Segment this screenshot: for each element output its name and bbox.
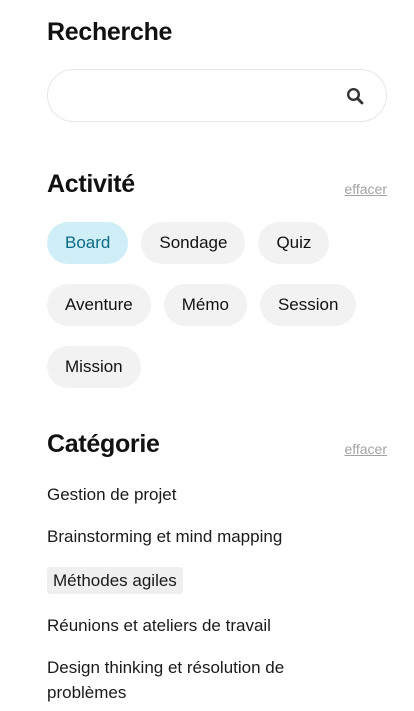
chip-memo[interactable]: Mémo	[163, 284, 247, 326]
list-item: Méthodes agiles	[47, 567, 387, 613]
chip-session[interactable]: Session	[259, 284, 357, 326]
chip-quiz[interactable]: Quiz	[258, 222, 330, 264]
category-item-gestion-de-projet[interactable]: Gestion de projet	[47, 485, 176, 504]
list-item: Brainstorming et mind mapping	[47, 524, 387, 567]
category-clear-link[interactable]: effacer	[344, 441, 387, 457]
chip-mission[interactable]: Mission	[47, 346, 141, 388]
category-header: Catégorie effacer	[47, 430, 387, 459]
activity-clear-link[interactable]: effacer	[344, 181, 387, 197]
category-item-design-thinking[interactable]: Design thinking et résolution de problèm…	[47, 658, 284, 702]
chip-aventure[interactable]: Aventure	[47, 284, 151, 326]
category-item-brainstorming[interactable]: Brainstorming et mind mapping	[47, 527, 282, 546]
chip-row: Aventure Mémo Session	[47, 284, 387, 326]
search-icon[interactable]	[346, 87, 364, 105]
activity-title: Activité	[47, 170, 135, 198]
search-input[interactable]	[66, 70, 340, 123]
activity-header: Activité effacer	[47, 170, 387, 199]
activity-chips: Board Sondage Quiz Aventure Mémo Session…	[47, 222, 387, 408]
list-item: Gestion de projet	[47, 482, 387, 524]
chip-row: Board Sondage Quiz	[47, 222, 387, 264]
category-list: Gestion de projet Brainstorming et mind …	[47, 482, 387, 705]
list-item: Réunions et ateliers de travail	[47, 613, 387, 655]
search-box[interactable]	[47, 69, 387, 123]
chip-row: Mission	[47, 346, 387, 388]
category-item-methodes-agiles[interactable]: Méthodes agiles	[47, 567, 183, 594]
category-item-reunions[interactable]: Réunions et ateliers de travail	[47, 616, 271, 635]
chip-sondage[interactable]: Sondage	[141, 222, 246, 264]
chip-board[interactable]: Board	[47, 222, 129, 264]
search-title: Recherche	[47, 18, 173, 46]
list-item: Design thinking et résolution de problèm…	[47, 655, 337, 705]
category-title: Catégorie	[47, 430, 160, 458]
